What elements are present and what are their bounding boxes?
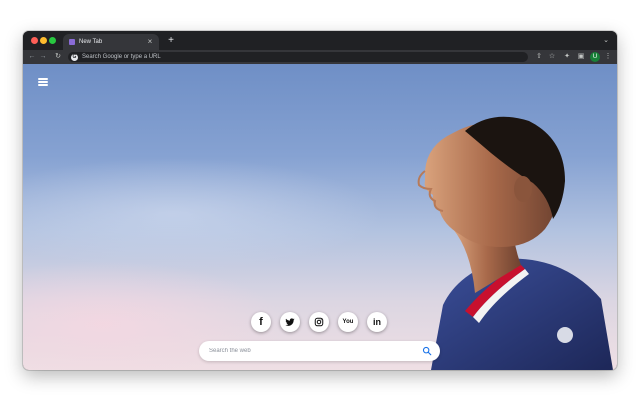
- address-bar-placeholder: Search Google or type a URL: [82, 54, 161, 60]
- instagram-icon[interactable]: [309, 312, 329, 332]
- close-window-button[interactable]: [31, 37, 38, 44]
- tab-title: New Tab: [79, 39, 103, 45]
- side-panel-icon[interactable]: ▣: [576, 51, 586, 63]
- new-tab-page: f You in: [23, 64, 617, 370]
- more-menu-icon[interactable]: ⋮: [603, 51, 613, 63]
- tab-search-icon[interactable]: ⌄: [603, 35, 609, 47]
- hamburger-icon[interactable]: [38, 78, 48, 86]
- web-search-bar: [199, 341, 440, 361]
- share-icon[interactable]: ⇧: [534, 51, 544, 63]
- new-tab-button[interactable]: +: [165, 35, 177, 47]
- bookmark-star-icon[interactable]: ☆: [547, 51, 557, 63]
- twitter-icon[interactable]: [280, 312, 300, 332]
- browser-toolbar: ← → ↻ G Search Google or type a URL ⇧ ☆ …: [23, 50, 617, 64]
- address-bar[interactable]: G Search Google or type a URL: [68, 52, 528, 62]
- browser-window: New Tab × + ⌄ ← → ↻ G Search Google or t…: [23, 31, 617, 370]
- tab-favicon-icon: [69, 39, 75, 45]
- reload-button[interactable]: ↻: [53, 51, 63, 63]
- facebook-icon[interactable]: f: [251, 312, 271, 332]
- tab-new-tab[interactable]: New Tab ×: [63, 34, 159, 50]
- search-icon[interactable]: [422, 346, 432, 356]
- google-icon: G: [71, 53, 78, 61]
- youtube-icon[interactable]: You: [338, 312, 358, 332]
- extensions-puzzle-icon[interactable]: ✦: [562, 51, 572, 63]
- minimize-window-button[interactable]: [40, 37, 47, 44]
- linkedin-icon[interactable]: in: [367, 312, 387, 332]
- social-links: f You in: [251, 312, 391, 334]
- profile-avatar[interactable]: U: [590, 52, 600, 62]
- tab-close-icon[interactable]: ×: [145, 36, 155, 48]
- footballer-portrait-image: [417, 116, 613, 370]
- forward-button[interactable]: →: [38, 51, 48, 63]
- maximize-window-button[interactable]: [49, 37, 56, 44]
- tab-strip: New Tab × + ⌄: [23, 31, 617, 50]
- web-search-input[interactable]: [209, 345, 409, 357]
- back-button[interactable]: ←: [27, 51, 37, 63]
